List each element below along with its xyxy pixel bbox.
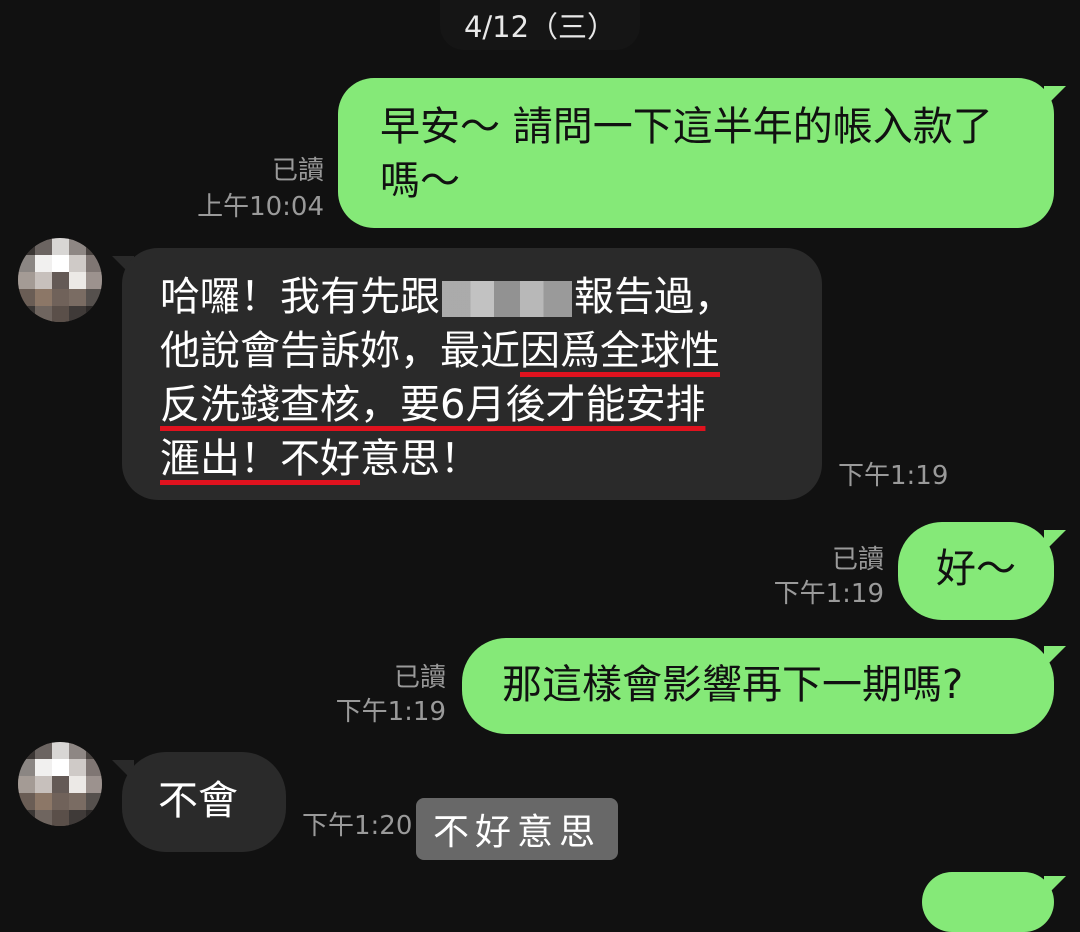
message-time: 下午1:19 [335, 697, 446, 727]
message-meta: 已讀 上午10:04 [180, 155, 324, 223]
message-meta: 已讀 下午1:19 [300, 662, 446, 728]
partial-sent-message-bubble[interactable] [922, 872, 1054, 932]
contact-avatar[interactable] [18, 238, 102, 322]
underlined-text: 因爲全球性 [520, 328, 720, 374]
bubble-tail [1044, 530, 1066, 552]
sent-message-bubble[interactable]: 好～ [898, 522, 1054, 620]
read-receipt: 已讀 [271, 156, 324, 186]
message-text-part: 報告過， [574, 274, 734, 320]
message-time: 下午1:19 [773, 579, 884, 609]
received-message-bubble[interactable]: 哈囉！我有先跟 報告過， 他說會告訴妳，最近因爲全球性 反洗錢查核，要6月後才能安… [122, 248, 822, 500]
underlined-text: 滙出！不好 [160, 436, 360, 482]
date-header: 4/12（三） [440, 0, 640, 50]
message-time: 下午1:20 [302, 811, 413, 841]
message-text: 那這樣會影響再下一期嗎? [502, 662, 964, 708]
message-meta: 已讀 下午1:19 [740, 544, 884, 610]
received-message-bubble[interactable]: 不會 [122, 752, 286, 852]
message-text-part: 哈囉！我有先跟 [160, 274, 440, 320]
message-text: 好～ [936, 546, 1016, 592]
read-receipt: 已讀 [831, 545, 884, 575]
message-time: 下午1:19 [838, 461, 949, 491]
message-text: 早安～ 請問一下這半年的帳入款了嗎～ [380, 104, 993, 204]
read-receipt: 已讀 [393, 663, 446, 693]
sent-message-bubble[interactable]: 早安～ 請問一下這半年的帳入款了嗎～ [338, 78, 1054, 228]
caption-text: 不好意思 [432, 812, 601, 853]
sent-message-bubble[interactable]: 那這樣會影響再下一期嗎? [462, 638, 1054, 734]
message-text-part: 他說會告訴妳，最近 [160, 328, 520, 374]
message-text: 不會 [158, 778, 238, 824]
bubble-tail [1044, 86, 1066, 108]
message-time: 上午10:04 [197, 192, 324, 222]
message-text-part: 意思！ [360, 436, 480, 482]
date-header-label: 4/12（三） [463, 10, 617, 44]
underlined-text: 反洗錢查核，要6月後才能安排 [160, 382, 706, 428]
contact-avatar[interactable] [18, 742, 102, 826]
bubble-tail [1044, 646, 1066, 668]
redacted-name-mosaic [442, 281, 572, 317]
caption-overlay: 不好意思 [416, 798, 618, 860]
